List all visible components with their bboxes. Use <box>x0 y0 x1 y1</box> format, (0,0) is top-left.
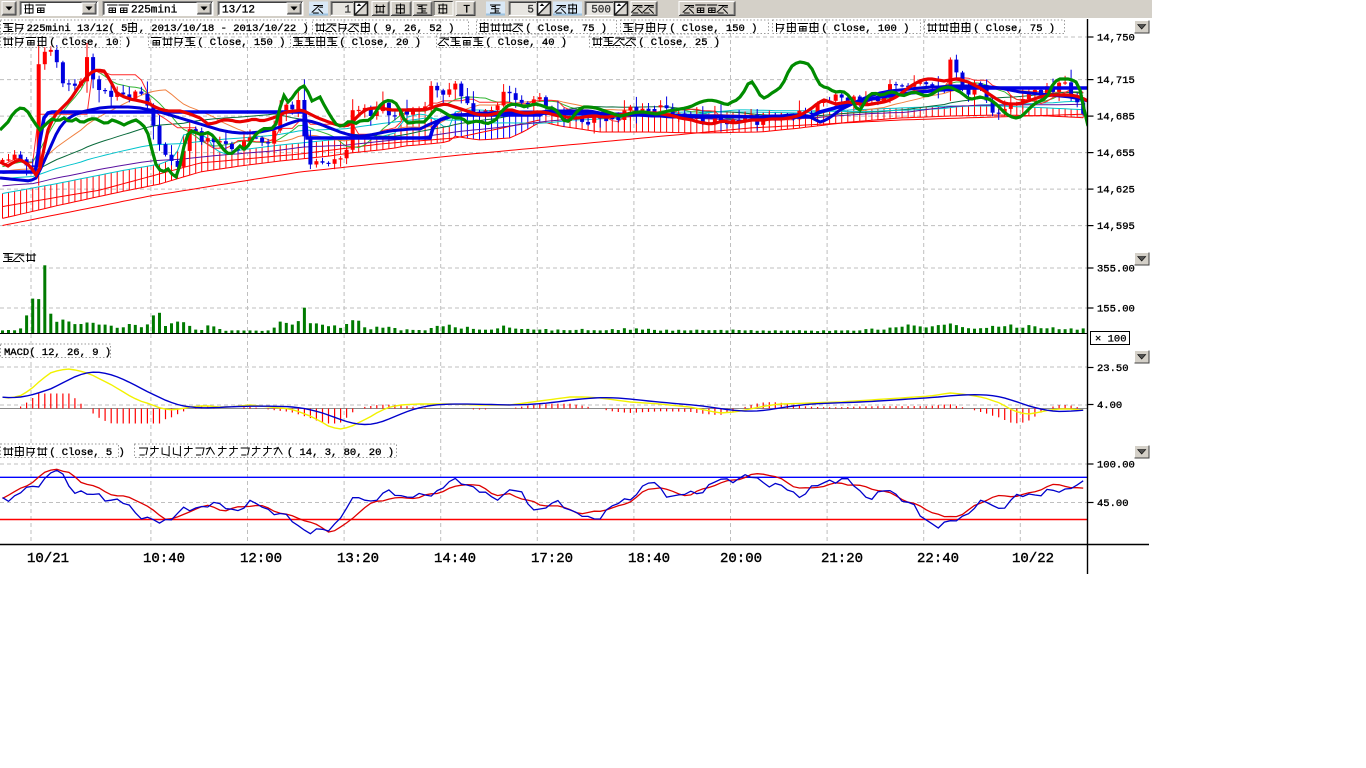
svg-text:( Close, 40 ): ( Close, 40 ) <box>485 37 567 49</box>
svg-text:21:20: 21:20 <box>821 551 863 567</box>
svg-text:12:00: 12:00 <box>240 551 282 567</box>
svg-text:( 9, 26, 52 ): ( 9, 26, 52 ) <box>373 23 455 35</box>
svg-text:( Close, 100 ): ( Close, 100 ) <box>821 23 909 35</box>
svg-text:10/22: 10/22 <box>1012 551 1054 567</box>
svg-text:( Close, 75 ): ( Close, 75 ) <box>973 23 1055 35</box>
svg-text:14,595: 14,595 <box>1097 221 1135 233</box>
svg-text:13/12: 13/12 <box>222 5 255 17</box>
svg-text:225mini: 225mini <box>131 5 178 17</box>
svg-text:14,655: 14,655 <box>1097 148 1135 160</box>
svg-text:, 2013/10/18 - 2013/10/22 ): , 2013/10/18 - 2013/10/22 ) <box>139 23 309 35</box>
svg-text:14:40: 14:40 <box>434 551 476 567</box>
svg-text:14,685: 14,685 <box>1097 112 1135 124</box>
svg-text:14,715: 14,715 <box>1097 75 1135 87</box>
svg-text:14,625: 14,625 <box>1097 185 1135 197</box>
svg-text:18:40: 18:40 <box>628 551 670 567</box>
svg-text:10:40: 10:40 <box>143 551 185 567</box>
svg-text:45.00: 45.00 <box>1097 498 1129 510</box>
svg-text:20:00: 20:00 <box>720 551 762 567</box>
svg-text:( Close, 150 ): ( Close, 150 ) <box>197 37 285 49</box>
svg-text:1: 1 <box>344 5 351 17</box>
svg-text:17:20: 17:20 <box>531 551 573 567</box>
svg-text:10/21: 10/21 <box>27 551 69 567</box>
svg-text:13:20: 13:20 <box>337 551 379 567</box>
svg-text:( Close, 25 ): ( Close, 25 ) <box>638 37 720 49</box>
svg-text:23.50: 23.50 <box>1097 363 1129 375</box>
svg-text:( Close, 75 ): ( Close, 75 ) <box>525 23 607 35</box>
svg-text:T: T <box>463 5 470 17</box>
svg-text:MACD( 12, 26, 9 ): MACD( 12, 26, 9 ) <box>4 347 111 359</box>
svg-text:355.00: 355.00 <box>1097 264 1135 276</box>
svg-text:100.00: 100.00 <box>1097 460 1135 472</box>
svg-text:( Close, 10 ): ( Close, 10 ) <box>49 37 131 49</box>
svg-text:500: 500 <box>591 5 611 17</box>
svg-text:( Close, 5 ): ( Close, 5 ) <box>49 447 125 459</box>
svg-text:155.00: 155.00 <box>1097 304 1135 316</box>
svg-text:( Close, 20 ): ( Close, 20 ) <box>339 37 421 49</box>
svg-text:× 100: × 100 <box>1095 334 1127 346</box>
svg-text:22:40: 22:40 <box>917 551 959 567</box>
svg-text:4.00: 4.00 <box>1097 400 1122 412</box>
svg-text:( Close, 150 ): ( Close, 150 ) <box>669 23 757 35</box>
svg-text:225mini 13/12( 5: 225mini 13/12( 5 <box>27 23 128 35</box>
svg-text:( 14, 3, 80, 20 ): ( 14, 3, 80, 20 ) <box>287 447 394 459</box>
svg-text:14,750: 14,750 <box>1097 33 1135 45</box>
svg-text:5: 5 <box>527 5 534 17</box>
